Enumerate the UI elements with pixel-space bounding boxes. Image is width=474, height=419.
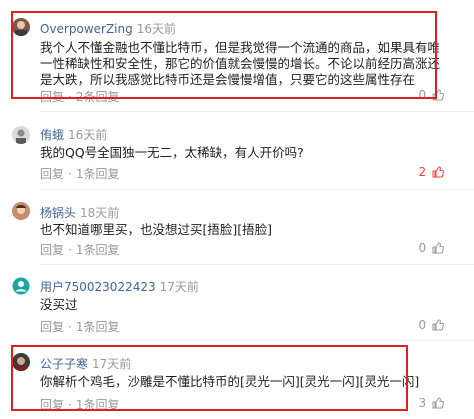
timestamp: 17天前 — [159, 280, 199, 294]
thumbs-up-icon — [432, 166, 444, 178]
comment-item: 用户750023022423 17天前 没买过 回复 · 1条回复 0 — [0, 265, 474, 340]
like-count: 3 — [418, 396, 427, 410]
thumbs-up-icon — [432, 242, 444, 254]
comment-text: 也不知道哪里买，也没想过买[捂脸][捂脸] — [40, 222, 273, 237]
reply-count-link[interactable]: 1条回复 — [76, 243, 120, 257]
reply-button[interactable]: 回复 — [40, 167, 64, 181]
thumbs-up-icon — [432, 319, 444, 331]
comment-footer: 回复 · 1条回复 — [40, 320, 120, 334]
comment-header: 侑蛾 16天前 — [40, 126, 107, 143]
reply-count-link[interactable]: 1条回复 — [76, 320, 120, 334]
reply-count-link[interactable]: 1条回复 — [76, 167, 120, 181]
username[interactable]: 用户750023022423 — [40, 280, 156, 294]
comment-text: 没买过 — [40, 297, 78, 312]
like-count: 0 — [418, 318, 427, 332]
like-button[interactable]: 2 — [419, 165, 444, 179]
like-button[interactable]: 0 — [419, 241, 444, 255]
comment-footer: 回复 · 1条回复 — [40, 167, 120, 181]
reply-button[interactable]: 回复 — [40, 320, 64, 334]
like-count: 2 — [418, 165, 427, 179]
comment-header: 杨锅头 18天前 — [40, 204, 119, 221]
like-button[interactable]: 0 — [419, 318, 444, 332]
comment-item: 侑蛾 16天前 我的QQ号全国独一无二，太稀缺，有人开价吗? 回复 · 1条回复 2 — [0, 112, 474, 184]
comment-footer: 回复 · 1条回复 — [40, 243, 120, 257]
comment-text: 我的QQ号全国独一无二，太稀缺，有人开价吗? — [40, 145, 304, 160]
comment-item: 杨锅头 18天前 也不知道哪里买，也没想过买[捂脸][捂脸] 回复 · 1条回复 0 — [0, 190, 474, 262]
comment-header: 用户750023022423 17天前 — [40, 278, 199, 295]
username[interactable]: 侑蛾 — [40, 128, 64, 142]
reply-button[interactable]: 回复 — [40, 243, 64, 257]
avatar[interactable] — [12, 126, 30, 144]
username[interactable]: 杨锅头 — [40, 206, 76, 220]
avatar[interactable] — [12, 277, 30, 295]
highlight-box — [11, 11, 437, 99]
timestamp: 16天前 — [68, 128, 108, 142]
thumbs-up-icon — [432, 397, 444, 409]
avatar[interactable] — [12, 202, 30, 220]
highlight-box — [11, 345, 408, 411]
like-button[interactable]: 3 — [419, 396, 444, 410]
like-count: 0 — [418, 241, 427, 255]
timestamp: 18天前 — [80, 206, 120, 220]
